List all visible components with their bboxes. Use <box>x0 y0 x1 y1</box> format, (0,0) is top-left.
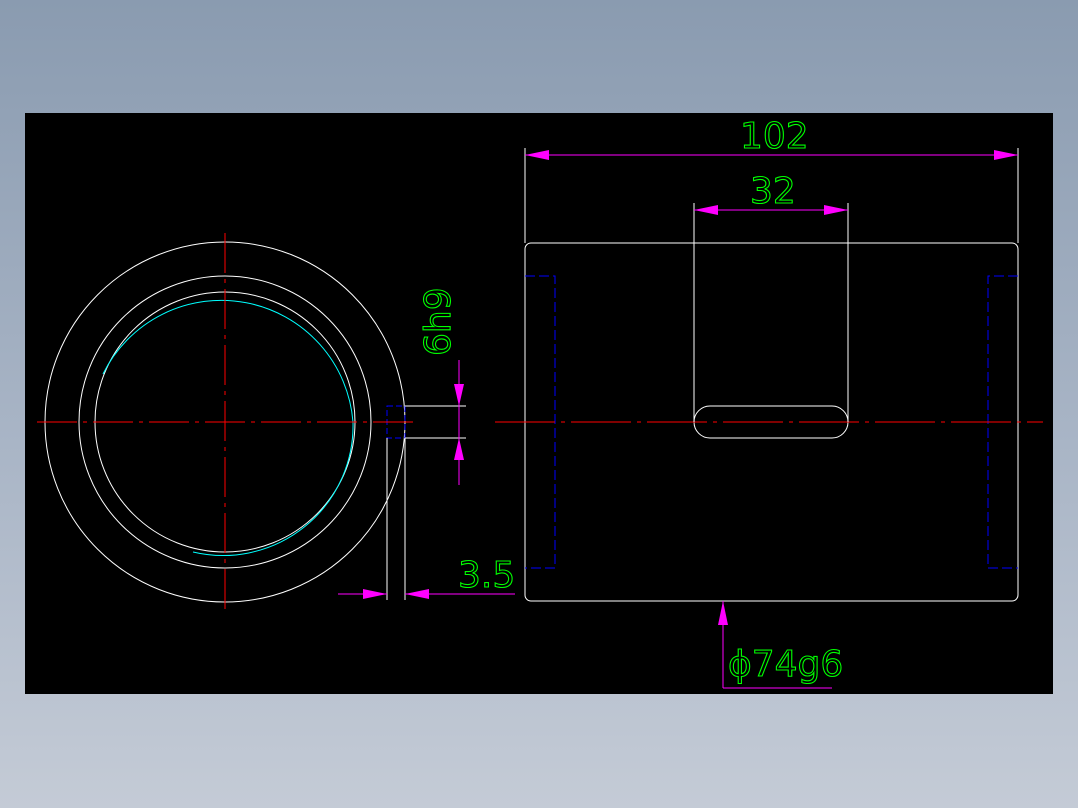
wall-offset-label: 3.5 <box>458 555 515 596</box>
key-width-label: 6h9 <box>418 287 459 356</box>
cad-drawing: 6h9 3.5 102 32 ϕ74g6 <box>25 113 1053 694</box>
overall-length-label: 102 <box>740 116 809 157</box>
model-space-background <box>25 113 1053 694</box>
outer-diameter-label: ϕ74g6 <box>728 644 843 685</box>
slot-length-label: 32 <box>750 171 796 212</box>
drawing-frame: 6h9 3.5 102 32 ϕ74g6 <box>0 0 1078 808</box>
